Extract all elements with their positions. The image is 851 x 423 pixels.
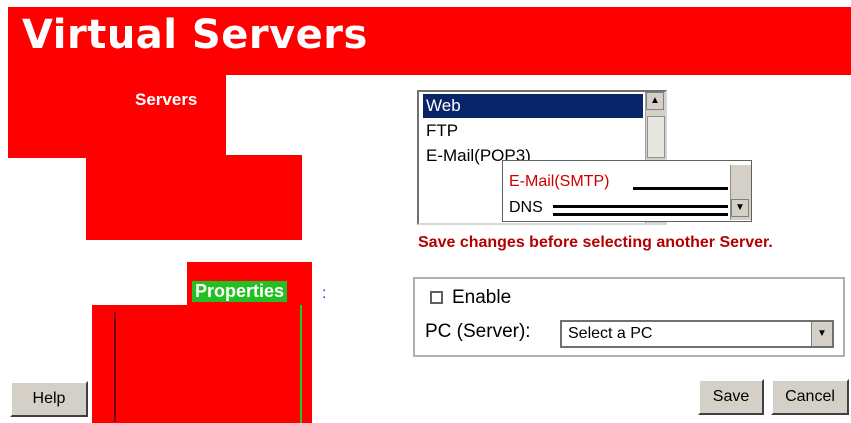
chevron-down-icon[interactable]: ▼ <box>811 322 832 346</box>
warning-text: Save changes before selecting another Se… <box>418 234 773 251</box>
save-button[interactable]: Save <box>698 379 764 415</box>
list-item-ftp[interactable]: FTP <box>423 119 461 143</box>
enable-label: Enable <box>452 287 512 308</box>
nav-marker: : <box>322 285 327 302</box>
list-item-dns[interactable]: DNS <box>509 199 543 217</box>
nav-item-servers[interactable]: Servers <box>135 90 197 110</box>
scroll-up-icon[interactable]: ▲ <box>646 92 664 110</box>
popup-scrollbar[interactable]: ▼ <box>730 165 751 220</box>
pc-server-label: PC (Server): <box>425 321 531 342</box>
list-item-email-smtp[interactable]: E-Mail(SMTP) <box>509 173 609 191</box>
nav-middle-panel <box>86 155 302 240</box>
popup-line <box>553 213 728 216</box>
cancel-button[interactable]: Cancel <box>771 379 849 415</box>
help-button[interactable]: Help <box>10 381 88 417</box>
pc-select-value: Select a PC <box>568 325 653 342</box>
nav-item-properties[interactable]: Properties <box>192 281 288 302</box>
enable-checkbox[interactable] <box>430 291 443 304</box>
nav-servers-panel <box>8 75 226 158</box>
scrollbar-thumb[interactable] <box>647 116 665 158</box>
popup-line <box>553 205 728 208</box>
page-title: Virtual Servers <box>22 12 368 58</box>
scroll-down-icon[interactable]: ▼ <box>731 199 749 217</box>
list-item-web[interactable]: Web <box>423 94 643 118</box>
popup-line <box>633 187 728 190</box>
nav-edge <box>300 305 302 423</box>
nav-bottom-panel <box>92 305 312 423</box>
nav-divider <box>114 312 116 422</box>
server-popup-list[interactable]: E-Mail(SMTP) DNS <box>502 160 752 222</box>
pc-select[interactable]: Select a PC ▼ <box>560 320 834 348</box>
